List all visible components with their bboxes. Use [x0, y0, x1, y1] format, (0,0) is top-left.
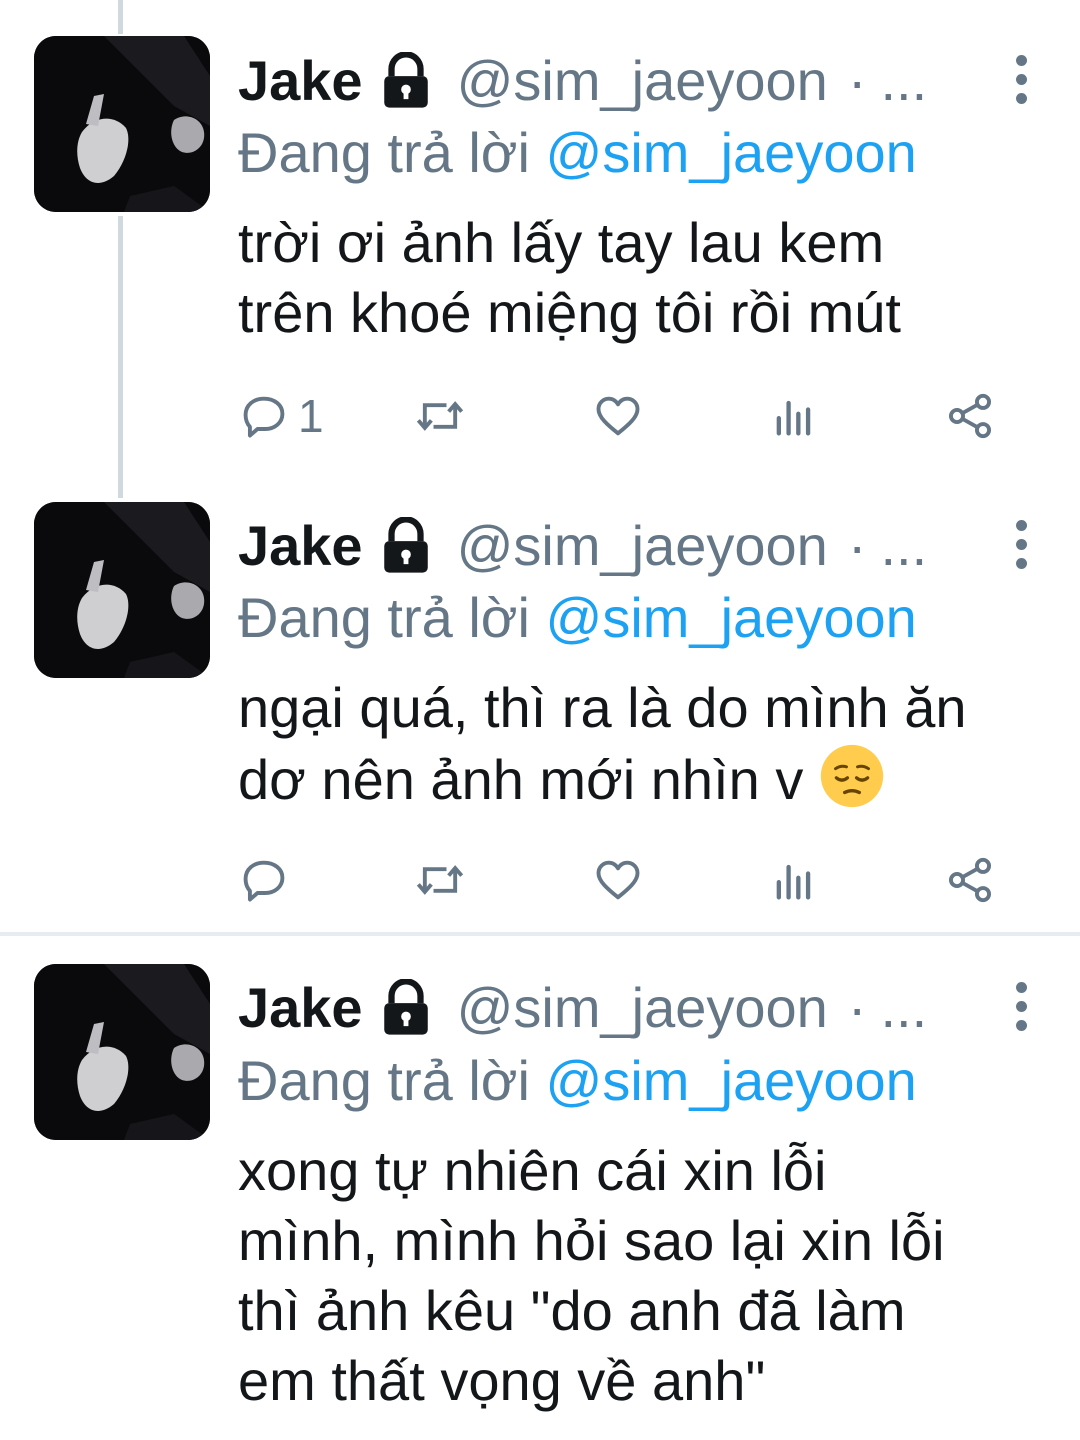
author-handle[interactable]: @sim_jaeyoon: [457, 973, 828, 1043]
analytics-icon: [776, 400, 811, 436]
more-icon[interactable]: [1006, 44, 1036, 114]
author-name[interactable]: Jake: [238, 511, 363, 581]
replying-to: Đang trả lời @sim_jaeyoon: [238, 118, 917, 188]
tweet-text-line: dơ nên ảnh mới nhìn v: [238, 743, 1038, 815]
avatar[interactable]: [34, 502, 210, 678]
replying-to-label: Đang trả lời: [238, 1049, 530, 1112]
tweet-text: trời ơi ảnh lấy tay lau kem trên khoé mi…: [238, 211, 901, 344]
tweet-3[interactable]: Jake @sim_jaeyoon · ... Đang trả lời @si…: [0, 936, 1080, 1440]
timestamp-truncated: ...: [880, 976, 928, 1039]
replying-to: Đang trả lời @sim_jaeyoon: [238, 583, 917, 653]
action-bar: 1: [238, 386, 1018, 446]
separator-dot: ·: [847, 49, 867, 112]
avatar[interactable]: [34, 964, 210, 1140]
tweet-text: ngại quá, thì ra là do mình ăn dơ nên ản…: [238, 673, 1038, 815]
reply-icon: [243, 860, 285, 902]
author-handle[interactable]: @sim_jaeyoon: [457, 46, 828, 116]
tweet-text-line-text: dơ nên ảnh mới nhìn v: [238, 748, 804, 811]
timestamp-truncated: ...: [880, 514, 928, 577]
more-icon[interactable]: [1006, 509, 1036, 579]
like-icon: [596, 860, 640, 900]
pensive-face-emoji: [820, 744, 884, 808]
retweet-icon: [416, 401, 464, 431]
reply-button[interactable]: [238, 850, 298, 910]
share-icon: [948, 857, 992, 903]
tweet-text-line: ngại quá, thì ra là do mình ăn: [238, 676, 967, 739]
reply-icon: [243, 396, 285, 438]
separator-dot: ·: [847, 976, 867, 1039]
tweet-header: Jake @sim_jaeyoon · ...: [238, 973, 1050, 1043]
analytics-button[interactable]: [768, 850, 820, 910]
author-handle[interactable]: @sim_jaeyoon: [457, 511, 828, 581]
tweet-2[interactable]: Jake @sim_jaeyoon · ... Đang trả lời @si…: [0, 466, 1080, 930]
like-button[interactable]: [592, 386, 644, 446]
replying-to-label: Đang trả lời: [238, 586, 530, 649]
tweet-header: Jake @sim_jaeyoon · ...: [238, 511, 1050, 581]
retweet-button[interactable]: [414, 850, 466, 910]
share-button[interactable]: [944, 850, 996, 910]
share-icon: [948, 393, 992, 439]
lock-icon: [383, 52, 428, 108]
timestamp-truncated: ...: [880, 49, 928, 112]
reply-mention-link[interactable]: @sim_jaeyoon: [546, 1049, 917, 1112]
reply-mention-link[interactable]: @sim_jaeyoon: [546, 586, 917, 649]
author-name[interactable]: Jake: [238, 46, 363, 116]
author-name[interactable]: Jake: [238, 973, 363, 1043]
lock-icon: [383, 979, 428, 1035]
tweet-header: Jake @sim_jaeyoon · ...: [238, 46, 1050, 116]
more-icon[interactable]: [1006, 971, 1036, 1041]
lock-icon: [383, 517, 428, 573]
replying-to: Đang trả lời @sim_jaeyoon: [238, 1046, 917, 1116]
action-bar: [238, 850, 1018, 910]
separator-dot: ·: [847, 514, 867, 577]
reply-button[interactable]: 1: [238, 386, 324, 446]
reply-mention-link[interactable]: @sim_jaeyoon: [546, 121, 917, 184]
share-button[interactable]: [944, 386, 996, 446]
tweet-1[interactable]: Jake @sim_jaeyoon · ... Đang trả lời @si…: [0, 0, 1080, 470]
like-button[interactable]: [592, 850, 644, 910]
reply-count: 1: [298, 390, 324, 442]
replying-to-label: Đang trả lời: [238, 121, 530, 184]
like-icon: [596, 396, 640, 436]
tweet-text: xong tự nhiên cái xin lỗi mình, mình hỏi…: [238, 1139, 945, 1412]
analytics-button[interactable]: [768, 386, 820, 446]
retweet-icon: [416, 865, 464, 895]
analytics-icon: [776, 864, 811, 900]
avatar[interactable]: [34, 36, 210, 212]
retweet-button[interactable]: [414, 386, 466, 446]
